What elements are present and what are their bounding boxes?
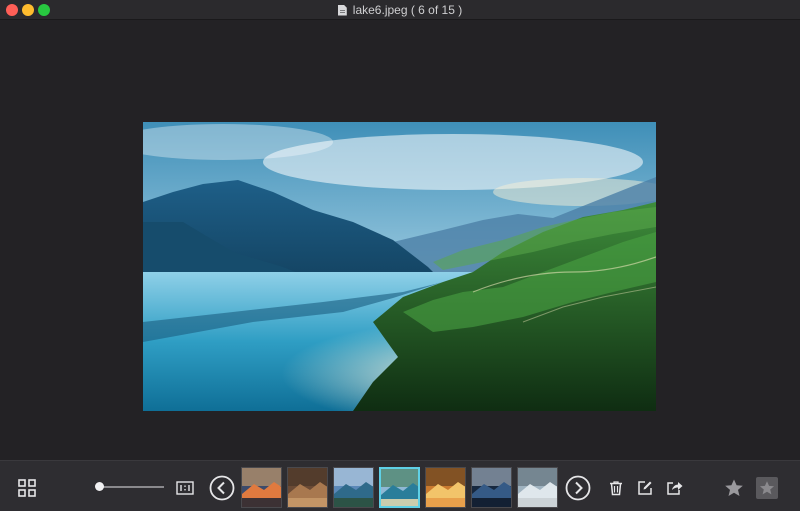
window-title: lake6.jpeg ( 6 of 15 ) <box>352 3 463 17</box>
edit-icon <box>638 481 652 495</box>
title-bar[interactable]: lake6.jpeg ( 6 of 15 ) <box>0 0 800 20</box>
thumb-7[interactable] <box>517 467 558 508</box>
thumb-5[interactable] <box>425 467 466 508</box>
title-container: lake6.jpeg ( 6 of 15 ) <box>0 0 800 20</box>
bottom-toolbar <box>0 460 800 511</box>
star-box-icon <box>759 481 775 495</box>
image-viewer-window: lake6.jpeg ( 6 of 15 ) <box>0 0 800 511</box>
thumb-2[interactable] <box>287 467 328 508</box>
thumb-1[interactable] <box>241 467 282 508</box>
share-icon <box>667 482 683 495</box>
displayed-photo[interactable] <box>143 122 656 411</box>
thumbnail-image <box>472 468 511 507</box>
next-image-button[interactable] <box>565 475 591 501</box>
zoom-slider-knob[interactable] <box>94 482 104 491</box>
favorite-button[interactable] <box>722 476 746 500</box>
thumbnail-image <box>288 468 327 507</box>
thumbnail-image <box>242 468 281 507</box>
thumbnail-image <box>426 468 465 507</box>
thumb-6[interactable] <box>471 467 512 508</box>
lake-landscape-image <box>143 122 656 411</box>
image-canvas[interactable] <box>0 20 800 460</box>
edit-button[interactable] <box>635 478 655 498</box>
thumb-3[interactable] <box>333 467 374 508</box>
actual-size-button[interactable] <box>175 478 195 498</box>
one-to-one-icon <box>176 481 194 495</box>
share-button[interactable] <box>664 478 686 498</box>
chevron-left-circle-icon <box>209 475 235 501</box>
star-icon <box>725 479 743 496</box>
thumbnail-image <box>518 468 557 507</box>
thumb-4[interactable] <box>379 467 420 508</box>
delete-button[interactable] <box>606 478 626 498</box>
rating-toggle-button[interactable] <box>756 477 778 499</box>
grid-view-button[interactable] <box>16 477 38 499</box>
zoom-slider-track[interactable] <box>96 486 164 488</box>
thumbnail-image <box>381 469 418 506</box>
grid-icon <box>18 479 36 497</box>
thumbnail-image <box>334 468 373 507</box>
previous-image-button[interactable] <box>209 475 235 501</box>
chevron-right-circle-icon <box>565 475 591 501</box>
document-icon <box>337 4 347 16</box>
trash-icon <box>610 481 622 496</box>
